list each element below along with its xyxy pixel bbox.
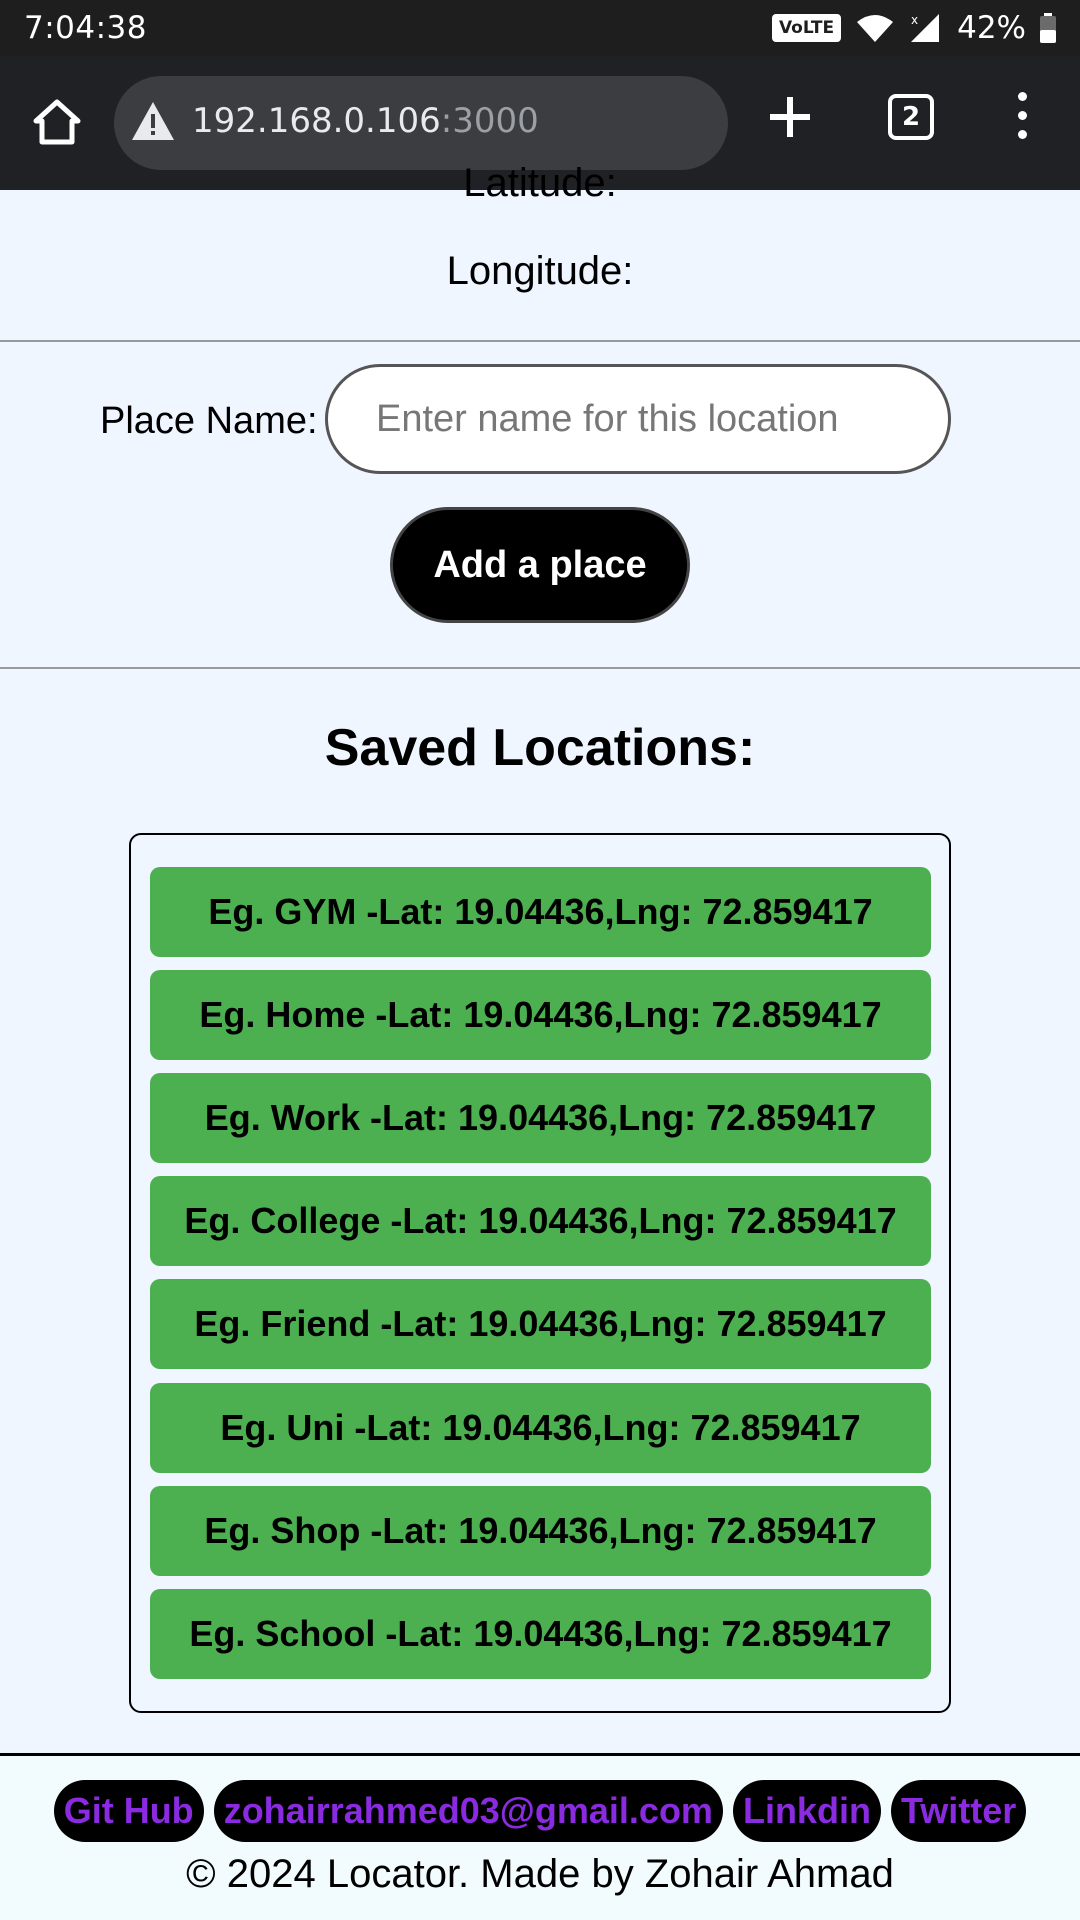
github-link[interactable]: Git Hub bbox=[53, 1780, 204, 1842]
not-secure-warning-icon[interactable] bbox=[130, 100, 176, 142]
saved-locations-list: Eg. GYM -Lat: 19.04436,Lng: 72.859417 Eg… bbox=[129, 833, 951, 1713]
more-vert-icon[interactable] bbox=[1012, 92, 1032, 152]
footer-links: Git Hub zohairrahmed03@gmail.com Linkdin… bbox=[0, 1780, 1080, 1842]
wifi-icon bbox=[857, 15, 894, 42]
twitter-link[interactable]: Twitter bbox=[890, 1780, 1027, 1842]
status-bar: 7:04:38 VoLTE x 42% bbox=[0, 0, 1080, 56]
location-item[interactable]: Eg. Work -Lat: 19.04436,Lng: 72.859417 bbox=[150, 1073, 931, 1163]
status-icons: VoLTE x 42% bbox=[771, 10, 1056, 46]
plus-icon[interactable] bbox=[766, 93, 814, 141]
latitude-label: Latitude: bbox=[463, 161, 617, 205]
home-icon[interactable] bbox=[30, 96, 84, 150]
divider bbox=[0, 340, 1080, 342]
url-host: 192.168.0.106 bbox=[192, 101, 441, 141]
tab-switcher-icon[interactable]: 2 bbox=[888, 94, 934, 140]
saved-locations-title: Saved Locations: bbox=[324, 719, 756, 777]
volte-icon: VoLTE bbox=[771, 14, 842, 42]
url-port: :3000 bbox=[440, 101, 539, 141]
url-text: 192.168.0.106:3000 bbox=[192, 101, 539, 141]
place-name-label: Place Name: bbox=[100, 400, 318, 442]
linkedin-link[interactable]: Linkdin bbox=[732, 1780, 881, 1842]
divider bbox=[0, 667, 1080, 669]
copyright-text: © 2024 Locator. Made by Zohair Ahmad bbox=[186, 1852, 894, 1896]
email-link[interactable]: zohairrahmed03@gmail.com bbox=[213, 1780, 723, 1842]
location-item[interactable]: Eg. School -Lat: 19.04436,Lng: 72.859417 bbox=[150, 1589, 931, 1679]
status-time: 7:04:38 bbox=[24, 10, 148, 46]
place-name-input[interactable] bbox=[325, 364, 951, 474]
page-content: Latitude: Longitude: Place Name: Add a p… bbox=[0, 161, 1080, 1920]
battery-icon bbox=[1040, 13, 1056, 43]
svg-text:x: x bbox=[911, 13, 918, 27]
location-item[interactable]: Eg. Shop -Lat: 19.04436,Lng: 72.859417 bbox=[150, 1486, 931, 1576]
cell-signal-icon: x bbox=[911, 13, 940, 42]
location-item[interactable]: Eg. Friend -Lat: 19.04436,Lng: 72.859417 bbox=[150, 1279, 931, 1369]
location-item[interactable]: Eg. College -Lat: 19.04436,Lng: 72.85941… bbox=[150, 1176, 931, 1266]
longitude-label: Longitude: bbox=[446, 249, 634, 293]
footer: Git Hub zohairrahmed03@gmail.com Linkdin… bbox=[0, 1753, 1080, 1920]
address-bar[interactable]: 192.168.0.106:3000 bbox=[114, 76, 728, 170]
location-item[interactable]: Eg. Home -Lat: 19.04436,Lng: 72.859417 bbox=[150, 970, 931, 1060]
add-place-button[interactable]: Add a place bbox=[390, 507, 690, 623]
location-item[interactable]: Eg. GYM -Lat: 19.04436,Lng: 72.859417 bbox=[150, 867, 931, 957]
battery-percent: 42% bbox=[957, 10, 1026, 46]
location-item[interactable]: Eg. Uni -Lat: 19.04436,Lng: 72.859417 bbox=[150, 1383, 931, 1473]
